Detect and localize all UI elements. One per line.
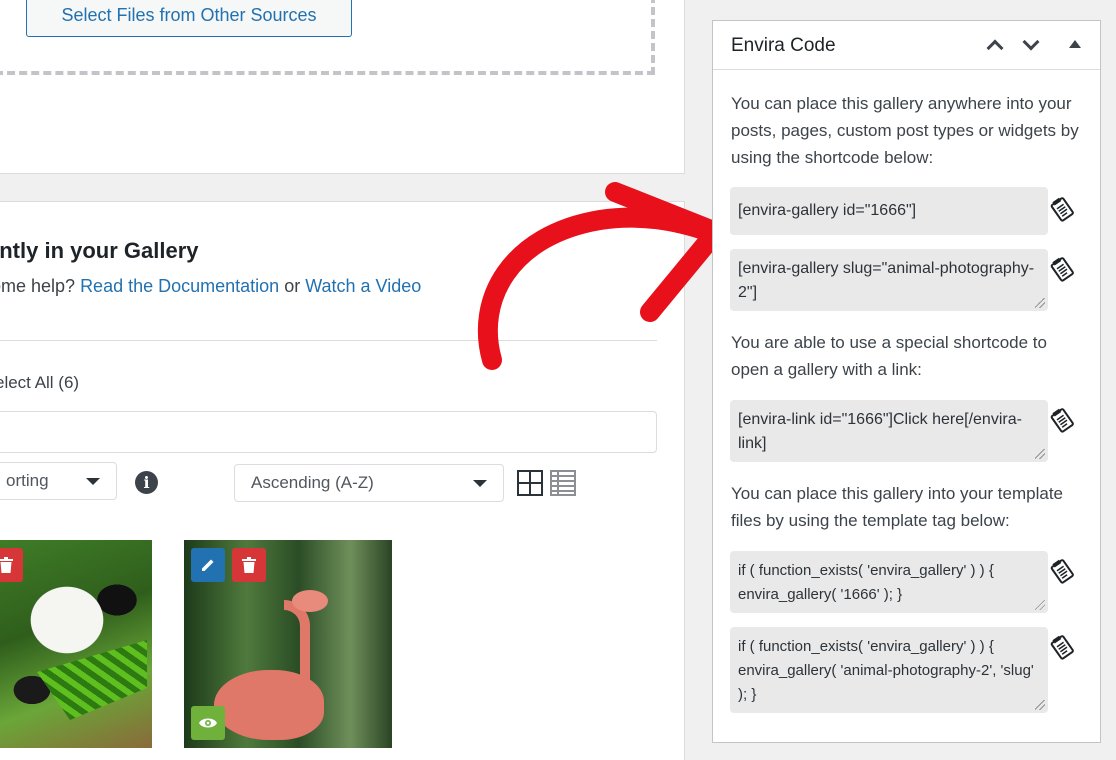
or-text: or xyxy=(279,276,306,296)
info-icon[interactable]: i xyxy=(135,471,158,494)
sort-order-value: Ascending (A-Z) xyxy=(251,473,374,492)
resize-handle-icon[interactable] xyxy=(1035,298,1045,308)
resize-handle-icon[interactable] xyxy=(1035,449,1045,459)
upload-panel: Select Files from Other Sources xyxy=(0,0,685,174)
delete-icon[interactable] xyxy=(0,548,23,582)
help-line: ome help? Read the Documentation or Watc… xyxy=(0,276,421,297)
flamingo-body xyxy=(214,670,324,740)
shortcode-id-text: [envira-gallery id="1666"] xyxy=(738,202,917,219)
shortcode-slug-text: [envira-gallery slug="animal-photography… xyxy=(738,260,1035,301)
gallery-image-panda[interactable] xyxy=(0,540,152,748)
gallery-image-flamingo[interactable] xyxy=(184,540,392,748)
sort-order-select[interactable]: Ascending (A-Z) xyxy=(234,464,504,502)
documentation-link[interactable]: Read the Documentation xyxy=(80,276,279,296)
caret-down-icon xyxy=(86,478,100,485)
clipboard-icon[interactable] xyxy=(1050,407,1074,433)
sorting-select[interactable]: orting xyxy=(0,462,117,500)
gallery-panel: ently in your Gallery ome help? Read the… xyxy=(0,201,685,760)
select-other-sources-button[interactable]: Select Files from Other Sources xyxy=(26,0,352,37)
help-text: ome help? xyxy=(0,276,76,296)
metabox-title: Envira Code xyxy=(731,35,836,56)
shortcode-id-field[interactable]: [envira-gallery id="1666"] xyxy=(730,187,1048,235)
clipboard-icon[interactable] xyxy=(1050,196,1074,222)
gallery-search-input[interactable] xyxy=(0,411,657,453)
gallery-heading: ently in your Gallery xyxy=(0,238,199,263)
divider xyxy=(0,340,657,341)
select-all-toggle[interactable]: elect All (6) xyxy=(0,373,79,393)
metabox-header: Envira Code xyxy=(713,21,1100,70)
template-slug-text: if ( function_exists( 'envira_gallery' )… xyxy=(738,638,1034,703)
link-intro: You are able to use a special shortcode … xyxy=(731,333,1047,379)
edit-icon[interactable] xyxy=(191,548,225,582)
chevron-down-icon[interactable] xyxy=(1021,33,1041,55)
list-view-icon[interactable] xyxy=(550,470,576,496)
envira-code-metabox: Envira Code You can place this gallery a… xyxy=(712,20,1101,743)
resize-handle-icon[interactable] xyxy=(1035,600,1045,610)
clipboard-icon[interactable] xyxy=(1050,256,1074,282)
caret-down-icon xyxy=(473,480,487,487)
template-id-text: if ( function_exists( 'envira_gallery' )… xyxy=(738,562,994,603)
shortcode-intro: You can place this gallery anywhere into… xyxy=(731,94,1079,167)
watch-video-link[interactable]: Watch a Video xyxy=(305,276,421,296)
grid-view-icon[interactable] xyxy=(517,470,543,496)
flamingo-head xyxy=(292,590,328,612)
link-shortcode-text: [envira-link id="1666"]Click here[/envir… xyxy=(738,411,1022,452)
template-id-field[interactable]: if ( function_exists( 'envira_gallery' )… xyxy=(730,551,1048,613)
chevron-up-icon[interactable] xyxy=(985,35,1005,57)
eye-icon[interactable] xyxy=(191,706,225,740)
toggle-arrow-icon[interactable] xyxy=(1069,40,1081,48)
template-intro: You can place this gallery into your tem… xyxy=(731,484,1064,530)
sorting-select-value: orting xyxy=(6,471,49,490)
clipboard-icon[interactable] xyxy=(1050,634,1074,660)
resize-handle-icon[interactable] xyxy=(1035,700,1045,710)
link-shortcode-field[interactable]: [envira-link id="1666"]Click here[/envir… xyxy=(730,400,1048,462)
template-slug-field[interactable]: if ( function_exists( 'envira_gallery' )… xyxy=(730,627,1048,713)
delete-icon[interactable] xyxy=(232,548,266,582)
clipboard-icon[interactable] xyxy=(1050,558,1074,584)
bamboo-leaves xyxy=(37,640,147,720)
shortcode-slug-field[interactable]: [envira-gallery slug="animal-photography… xyxy=(730,249,1048,311)
